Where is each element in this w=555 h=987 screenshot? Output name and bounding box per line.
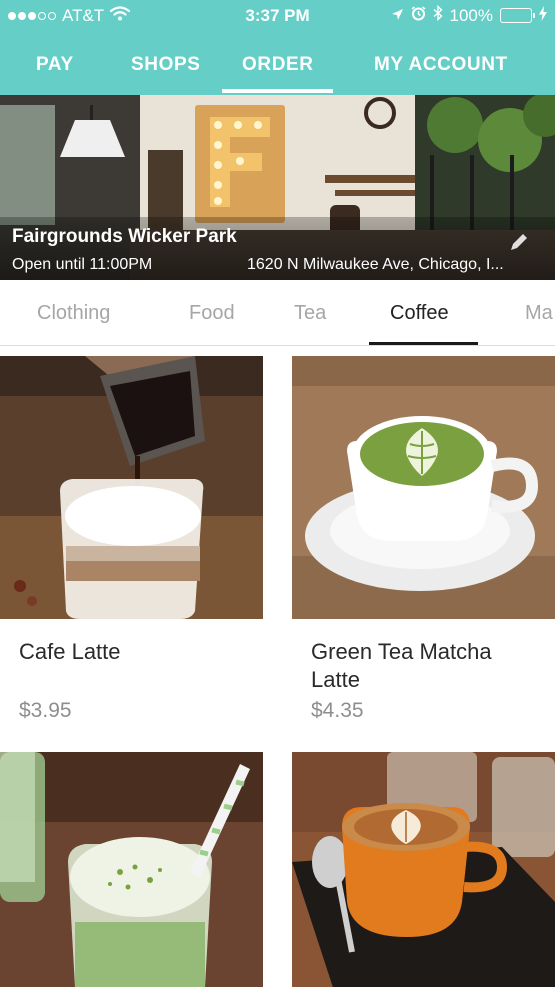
main-nav: PAY SHOPS ORDER MY ACCOUNT (0, 38, 555, 95)
product-name: Cafe Latte (19, 639, 121, 664)
battery-icon (500, 8, 535, 23)
product-price: $3.95 (19, 699, 72, 722)
product-photo (292, 752, 555, 987)
alarm-icon (411, 5, 426, 26)
store-hours: Open until 11:00PM (12, 256, 153, 273)
bluetooth-icon (433, 4, 443, 26)
store-address: 1620 N Milwaukee Ave, Chicago, I... (247, 256, 504, 273)
status-bar: AT&T 3:37 PM 100% (0, 0, 555, 32)
charging-icon (539, 5, 547, 26)
top-bar: AT&T 3:37 PM 100% PAY SHOPS ORDER MY ACC… (0, 0, 555, 95)
store-name: Fairgrounds Wicker Park (12, 226, 237, 247)
battery-percent: 100% (449, 5, 493, 25)
category-tab-food[interactable]: Food (189, 302, 235, 325)
nav-tab-pay[interactable]: PAY (36, 54, 74, 76)
product-photo (0, 752, 263, 987)
category-tab-clothing[interactable]: Clothing (37, 302, 110, 325)
nav-tab-order[interactable]: ORDER (242, 54, 314, 76)
nav-tab-shops[interactable]: SHOPS (131, 54, 201, 76)
product-photo-cafe-latte (0, 356, 263, 619)
product-price: $4.35 (311, 699, 364, 722)
nav-tab-my-account[interactable]: MY ACCOUNT (374, 54, 508, 76)
category-tabs: Clothing Food Tea Coffee Ma (0, 280, 555, 346)
category-tab-coffee[interactable]: Coffee (390, 302, 449, 325)
category-tab-more[interactable]: Ma (525, 302, 553, 325)
category-active-indicator (369, 342, 478, 345)
store-banner[interactable]: Fairgrounds Wicker Park Open until 11:00… (0, 95, 555, 280)
location-arrow-icon (391, 6, 404, 26)
product-photo-green-tea-matcha-latte (292, 356, 555, 619)
product-name: Green Tea Matcha Latte (311, 639, 492, 692)
nav-active-indicator (222, 89, 333, 93)
category-tab-tea[interactable]: Tea (294, 302, 326, 325)
status-right: 100% (391, 4, 547, 26)
